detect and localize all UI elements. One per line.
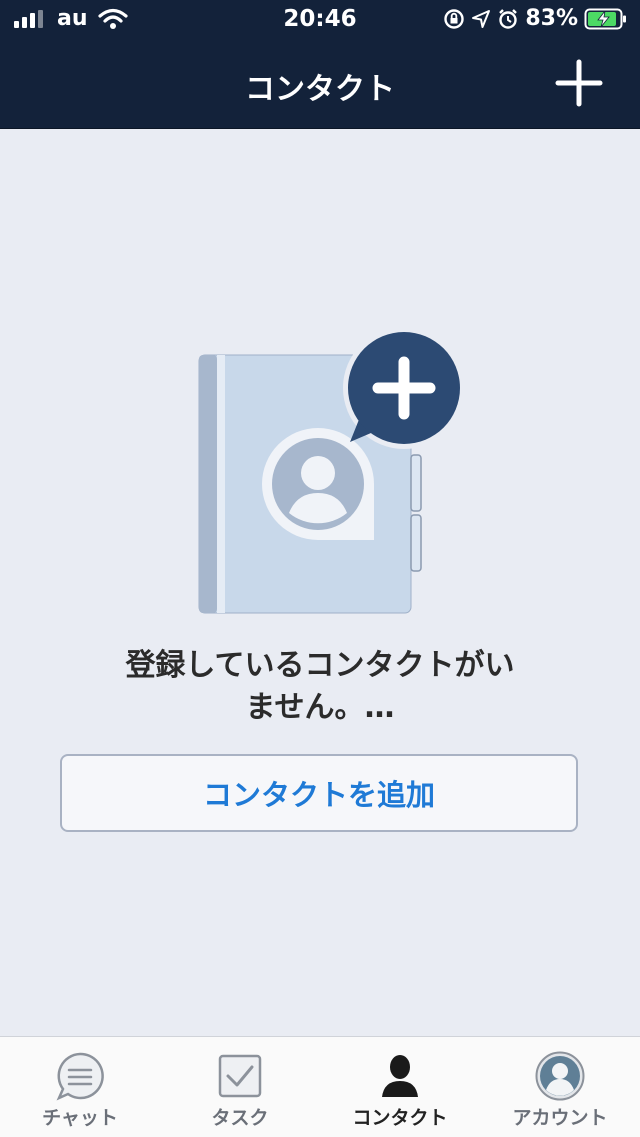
tab-account-label: アカウント <box>512 1107 608 1129</box>
page-title: コンタクト <box>245 72 395 107</box>
status-bar: au 20:46 83% <box>0 0 640 40</box>
tab-task-label: タスク <box>211 1107 269 1129</box>
account-icon <box>535 1051 585 1101</box>
tab-contact-label: コンタクト <box>352 1107 448 1129</box>
tab-account[interactable]: アカウント <box>480 1037 640 1137</box>
add-contact-plus-icon[interactable] <box>554 58 604 108</box>
empty-message-line1: 登録しているコンタクトがい <box>125 648 515 683</box>
status-right: 83% <box>443 6 628 31</box>
empty-message-line2: ません。… <box>245 690 395 725</box>
add-contact-button-label: コンタクトを追加 <box>202 778 435 812</box>
empty-state-message: 登録しているコンタクトがい ません。… <box>60 645 580 729</box>
tab-chat[interactable]: チャット <box>0 1037 160 1137</box>
tab-contact[interactable]: コンタクト <box>320 1037 480 1137</box>
nav-bar: コンタクト <box>0 40 640 129</box>
tab-bar: チャット タスク コンタクト アカウント <box>0 1036 640 1137</box>
task-icon <box>218 1054 262 1098</box>
tab-chat-label: チャット <box>42 1107 118 1129</box>
chat-icon <box>56 1052 104 1101</box>
orientation-lock-icon <box>444 8 465 29</box>
alarm-icon <box>499 8 518 29</box>
tab-task[interactable]: タスク <box>160 1037 320 1137</box>
battery-charging-icon <box>584 8 626 29</box>
location-icon <box>472 9 491 28</box>
contact-icon <box>382 1055 418 1097</box>
battery-percent: 83% <box>525 6 578 31</box>
empty-contacts-illustration <box>198 327 465 614</box>
add-contact-button[interactable]: コンタクトを追加 <box>60 754 578 832</box>
